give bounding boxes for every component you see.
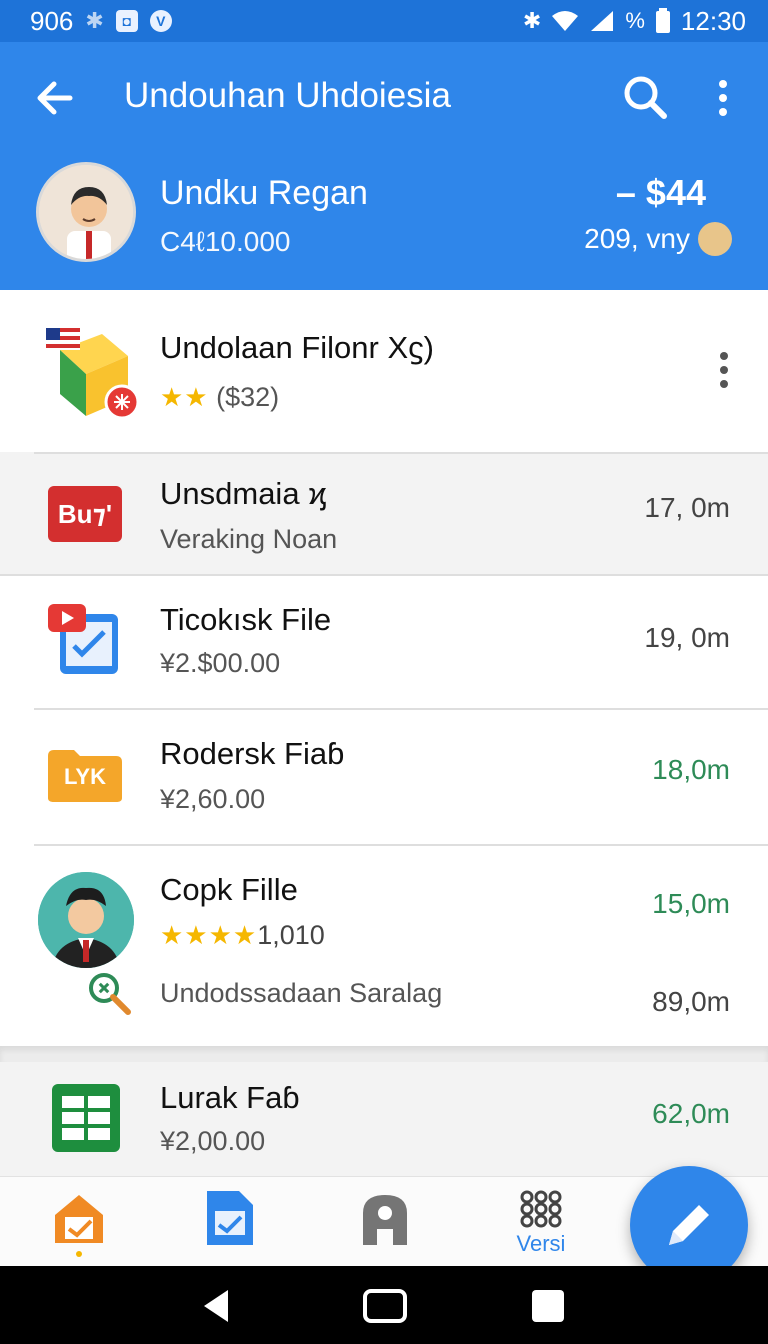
folder-icon: LYK (46, 748, 124, 804)
bluetooth-icon: ✱ (85, 8, 104, 33)
system-back-button[interactable] (196, 1286, 236, 1326)
battery-percent: % (625, 8, 645, 33)
person-avatar-icon (39, 165, 133, 259)
home-icon (55, 1195, 103, 1243)
item-meta: 62,0m (652, 1098, 730, 1129)
rating-count: 1,010 (257, 920, 325, 950)
item-rating: ★★ ($32) (160, 382, 279, 413)
package-icon (42, 320, 142, 420)
system-recents-button[interactable] (528, 1286, 568, 1326)
page-title: Undouhan Uhdoiesia (124, 76, 451, 115)
video-document-icon (46, 600, 122, 680)
status-bar: 906 ✱ ◘ V ✱ % 12:30 (0, 0, 768, 42)
back-button[interactable] (28, 72, 84, 124)
status-text: 906 (30, 5, 74, 36)
search-button[interactable] (618, 70, 674, 126)
item-subtitle: Undodssadaan Saralag (160, 978, 443, 1008)
item-more-button[interactable] (704, 346, 744, 396)
avatar[interactable] (36, 162, 136, 262)
more-vertical-icon (720, 352, 728, 388)
grid-dots-icon (520, 1190, 562, 1228)
item-title: Ticokısk File (160, 602, 332, 637)
buy-badge-icon: Bu⁊' (48, 486, 122, 542)
arrow-left-icon (37, 81, 73, 115)
folder-label: LYK (64, 764, 106, 789)
system-home-button[interactable] (362, 1286, 408, 1326)
item-subtitle: ¥2,60.00 (160, 784, 266, 814)
active-indicator (76, 1251, 82, 1257)
divider (0, 574, 768, 576)
toolbar: Undouhan Uhdoiesia (0, 42, 768, 152)
magnifier-tool-icon (84, 968, 132, 1016)
account-name: Undku Regan (160, 174, 368, 212)
item-title: Copk Fille (160, 872, 298, 907)
item-meta: 15,0m (652, 888, 730, 919)
star-rating-icon: ★★ (160, 382, 209, 412)
list-item[interactable]: LYK Rodersk Fiaɓ ¥2,60.00 18,0m (0, 708, 768, 844)
nav-documents[interactable] (184, 1189, 274, 1259)
wifi-icon (552, 11, 579, 31)
battery-icon (655, 8, 670, 33)
system-navigation-bar (0, 1266, 768, 1344)
person-avatar (38, 872, 134, 968)
item-meta: 18,0m (652, 754, 730, 785)
item-title: Lurak Faɓ (160, 1080, 300, 1115)
list-item[interactable]: Undolaan Filonr Χϛ) ★★ ($32) (0, 290, 768, 452)
item-price: ($32) (216, 382, 280, 412)
item-subtitle: ¥2,00.00 (160, 1126, 266, 1156)
account-meta: 209, vny (584, 222, 732, 256)
list-item[interactable]: Lurak Faɓ ¥2,00.00 62,0m (0, 1062, 768, 1176)
list-item[interactable]: Copk Fille ★★★★1,010 Undodssadaan Sarala… (0, 844, 768, 1046)
app-notification-icon: ◘ (115, 10, 138, 32)
item-subtitle: Veraking Noan (160, 524, 338, 554)
emoji-icon (698, 222, 732, 256)
divider (34, 708, 768, 710)
account-amount: – $44 (615, 172, 706, 213)
item-title: Undolaan Filonr Χϛ) (160, 330, 434, 365)
item-meta-secondary: 89,0m (652, 986, 730, 1017)
recents-icon (532, 1290, 564, 1322)
spreadsheet-icon (52, 1084, 120, 1152)
overflow-menu-button[interactable] (700, 72, 746, 124)
item-title: Rodersk Fiaɓ (160, 736, 345, 771)
nav-home[interactable] (34, 1189, 124, 1259)
store-icon (363, 1195, 407, 1245)
section-separator (0, 1046, 768, 1062)
account-meta-text: 209, vny (584, 223, 690, 254)
account-summary[interactable]: Undku Regan C4ℓ10.000 – $44 209, vny (0, 152, 768, 290)
account-balance: C4ℓ10.000 (160, 226, 291, 257)
clock: 12:30 (680, 5, 746, 36)
item-meta: 19, 0m (644, 622, 730, 653)
divider (34, 844, 768, 846)
signal-icon (591, 11, 614, 31)
list-item[interactable]: Bu⁊' Unsdmaia ϗ Veraking Noan 17, 0m (0, 452, 768, 574)
document-icon (207, 1191, 253, 1245)
item-title: Unsdmaia ϗ (160, 476, 327, 511)
search-icon (624, 76, 667, 119)
nav-versi-label: Versi (516, 1231, 566, 1256)
nav-store[interactable] (340, 1189, 430, 1259)
triangle-back-icon (204, 1290, 228, 1322)
app-bar: Undouhan Uhdoiesia Undku Regan C4ℓ10.000… (0, 42, 768, 290)
star-rating-icon: ★★★★ (160, 920, 258, 950)
square-home-icon (363, 1289, 407, 1323)
list-item[interactable]: Ticokısk File ¥2.$00.00 19, 0m (0, 574, 768, 708)
item-meta: 17, 0m (644, 492, 730, 523)
buy-badge-text: Bu⁊' (57, 498, 113, 529)
pencil-icon (669, 1205, 709, 1245)
divider (34, 452, 768, 454)
nav-versi[interactable]: Versi (496, 1189, 586, 1259)
more-vertical-icon (719, 80, 727, 116)
vpn-icon: V (149, 10, 172, 32)
item-subtitle: ¥2.$00.00 (160, 648, 281, 678)
item-rating: ★★★★1,010 (160, 920, 325, 951)
bluetooth-status-icon: ✱ (522, 8, 542, 33)
